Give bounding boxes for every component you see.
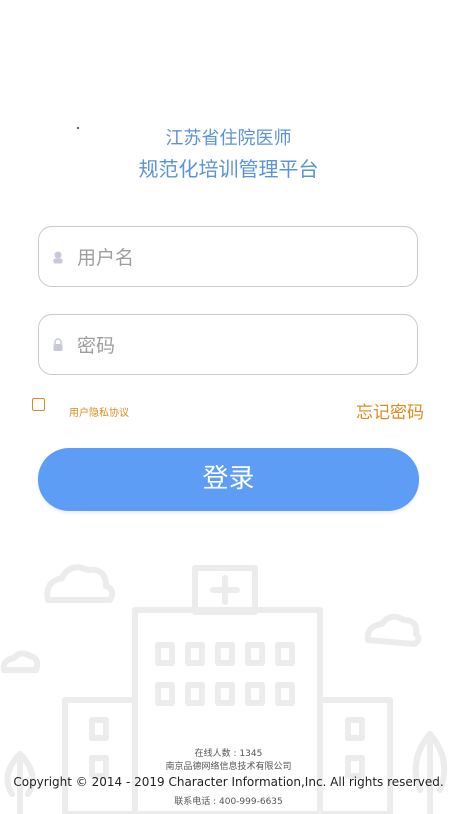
company-name: 南京品德网络信息技术有限公司	[165, 762, 292, 772]
app-title-line-2: 规范化培训管理平台	[138, 157, 319, 181]
privacy-agreement-link[interactable]: 用户隐私协议	[69, 404, 129, 419]
hospital-background-illustration	[0, 564, 448, 814]
privacy-checkbox[interactable]	[32, 398, 45, 411]
copyright-text: Copyright © 2014 - 2019 Character Inform…	[13, 775, 444, 789]
online-count: 在线人数 : 1345	[194, 749, 263, 759]
lock-icon	[53, 338, 63, 351]
user-icon	[53, 251, 63, 264]
username-field[interactable]	[38, 226, 418, 287]
login-button[interactable]: 登录	[38, 448, 419, 511]
contact-phone: 联系电话 : 400-999-6635	[174, 797, 283, 807]
forgot-password-link[interactable]: 忘记密码	[356, 398, 424, 423]
username-input[interactable]	[75, 239, 409, 277]
password-input[interactable]	[75, 327, 409, 365]
app-title-line-1: 江苏省住院医师	[165, 128, 292, 149]
password-field[interactable]	[38, 314, 418, 375]
